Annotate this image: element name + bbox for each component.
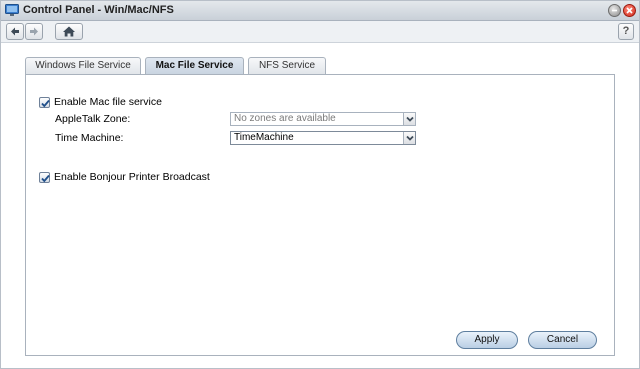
enable-mac-file-service-checkbox[interactable] bbox=[39, 97, 50, 108]
close-icon bbox=[626, 7, 633, 14]
enable-bonjour-checkbox[interactable] bbox=[39, 172, 50, 183]
tab-nfs-service[interactable]: NFS Service bbox=[248, 57, 326, 74]
window-title: Control Panel - Win/Mac/NFS bbox=[23, 4, 174, 16]
cancel-button[interactable]: Cancel bbox=[528, 331, 597, 349]
tab-windows-file-service[interactable]: Windows File Service bbox=[25, 57, 141, 74]
chevron-down-icon bbox=[403, 113, 415, 125]
checkmark-icon bbox=[41, 99, 50, 108]
enable-mac-file-service-label: Enable Mac file service bbox=[54, 96, 162, 108]
chevron-down-icon bbox=[403, 132, 415, 144]
toolbar: ? bbox=[1, 21, 639, 43]
enable-bonjour-label: Enable Bonjour Printer Broadcast bbox=[54, 171, 210, 183]
arrow-left-icon bbox=[11, 27, 19, 36]
forward-button[interactable] bbox=[25, 23, 43, 40]
time-machine-label: Time Machine: bbox=[55, 132, 124, 144]
back-button[interactable] bbox=[6, 23, 24, 40]
close-button[interactable] bbox=[623, 4, 636, 17]
apply-button[interactable]: Apply bbox=[456, 331, 518, 349]
minimize-button[interactable] bbox=[608, 4, 621, 17]
minimize-icon bbox=[612, 9, 617, 12]
appletalk-zone-select[interactable]: No zones are available bbox=[230, 112, 416, 126]
home-button[interactable] bbox=[55, 23, 83, 40]
arrow-right-icon bbox=[30, 27, 38, 36]
appletalk-zone-value: No zones are available bbox=[234, 113, 336, 124]
tab-mac-file-service[interactable]: Mac File Service bbox=[145, 57, 244, 75]
checkmark-icon bbox=[41, 174, 50, 183]
control-panel-window: Control Panel - Win/Mac/NFS ? Windows Fi… bbox=[0, 0, 640, 369]
help-icon: ? bbox=[622, 25, 630, 37]
home-icon bbox=[63, 26, 75, 37]
monitor-icon bbox=[5, 4, 19, 17]
time-machine-value: TimeMachine bbox=[234, 132, 294, 143]
mac-file-service-panel: Enable Mac file service AppleTalk Zone: … bbox=[25, 74, 615, 356]
appletalk-zone-label: AppleTalk Zone: bbox=[55, 113, 131, 125]
title-bar: Control Panel - Win/Mac/NFS bbox=[1, 1, 639, 21]
time-machine-select[interactable]: TimeMachine bbox=[230, 131, 416, 145]
help-button[interactable]: ? bbox=[618, 23, 634, 40]
